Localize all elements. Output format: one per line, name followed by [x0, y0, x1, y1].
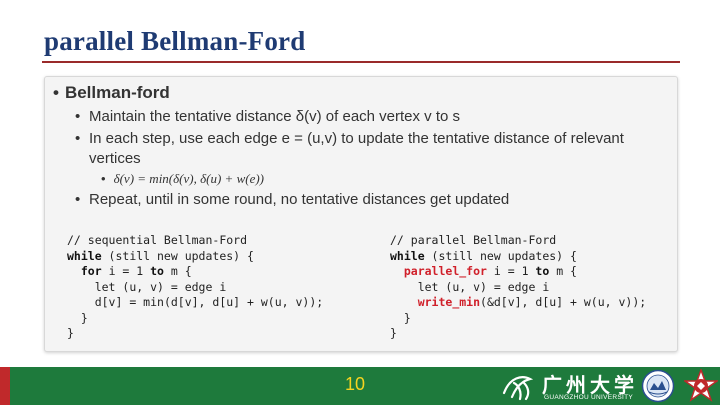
content-panel: • Bellman-ford • Maintain the tentative d…	[44, 76, 678, 352]
formula-bullet: • δ(v) = min(δ(v), δ(u) + w(e))	[101, 171, 264, 187]
university-seal-icon	[641, 369, 675, 403]
code-keyword: to	[535, 264, 550, 278]
bullet-repeat-text: Repeat, until in some round, no tentativ…	[89, 191, 510, 208]
code-keyword: for	[80, 264, 102, 278]
bullet-dot: •	[75, 191, 81, 208]
formula-text: δ(v) = min(δ(v), δ(u) + w(e))	[113, 171, 265, 186]
code-line: (still new updates) {	[424, 248, 577, 263]
footer-accent	[0, 367, 10, 405]
code-line: i = 1	[486, 264, 536, 278]
university-name-en: GUANGZHOU UNIVERSITY	[544, 394, 634, 401]
bullet-maintain-text: Maintain the tentative distance δ(v) of …	[89, 108, 461, 125]
code-line: m {	[549, 264, 577, 278]
bullet-dot: •	[101, 171, 106, 186]
code-highlight-write-min: write_min	[417, 295, 481, 309]
code-highlight-parallel-for: parallel_for	[403, 264, 487, 278]
code-keyword: to	[150, 264, 164, 278]
star-emblem-icon	[684, 369, 718, 402]
code-line: }	[80, 310, 88, 325]
code-parallel: // parallel Bellman-Ford while (still ne…	[390, 233, 646, 342]
heading-bullet: • Bellman-ford	[53, 83, 170, 103]
heading-text: Bellman-ford	[64, 83, 170, 102]
slide-title: parallel Bellman-Ford	[44, 26, 306, 56]
university-logo-area: 广州大学 GUANGZHOU UNIVERSITY	[498, 367, 720, 405]
code-line: // parallel Bellman-Ford	[390, 233, 557, 247]
bullet-each-step: • In each step, use each edge e = (u,v) …	[75, 129, 670, 169]
code-line: i = 1	[101, 264, 151, 278]
code-line: d[v] = min(d[v], d[u] + w(u, v));	[94, 295, 324, 309]
code-line: let (u, v) = edge i	[94, 279, 227, 294]
bullet-each-step-text: In each step, use each edge e = (u,v) to…	[89, 130, 624, 167]
calligraphy-emblem-icon	[502, 376, 534, 401]
code-line: (&d[v], d[u] + w(u, v));	[480, 295, 647, 309]
bullet-dot: •	[75, 108, 81, 125]
code-sequential: // sequential Bellman-Ford while (still …	[67, 233, 323, 342]
code-line: (still new updates) {	[101, 248, 254, 263]
bullet-repeat: • Repeat, until in some round, no tentat…	[75, 190, 670, 210]
title-divider	[42, 61, 680, 63]
code-line: }	[403, 310, 411, 325]
code-line: // sequential Bellman-Ford	[67, 233, 248, 247]
bullet-maintain: • Maintain the tentative distance δ(v) o…	[75, 107, 670, 127]
bullet-dot: •	[53, 83, 59, 102]
page-number: 10	[345, 374, 366, 394]
code-line: let (u, v) = edge i	[417, 279, 550, 294]
code-line: }	[67, 326, 74, 340]
code-keyword: while	[390, 248, 425, 263]
bullet-dot: •	[75, 130, 81, 147]
code-keyword: while	[67, 248, 102, 263]
code-line: m {	[163, 264, 192, 278]
code-line: }	[390, 326, 397, 340]
